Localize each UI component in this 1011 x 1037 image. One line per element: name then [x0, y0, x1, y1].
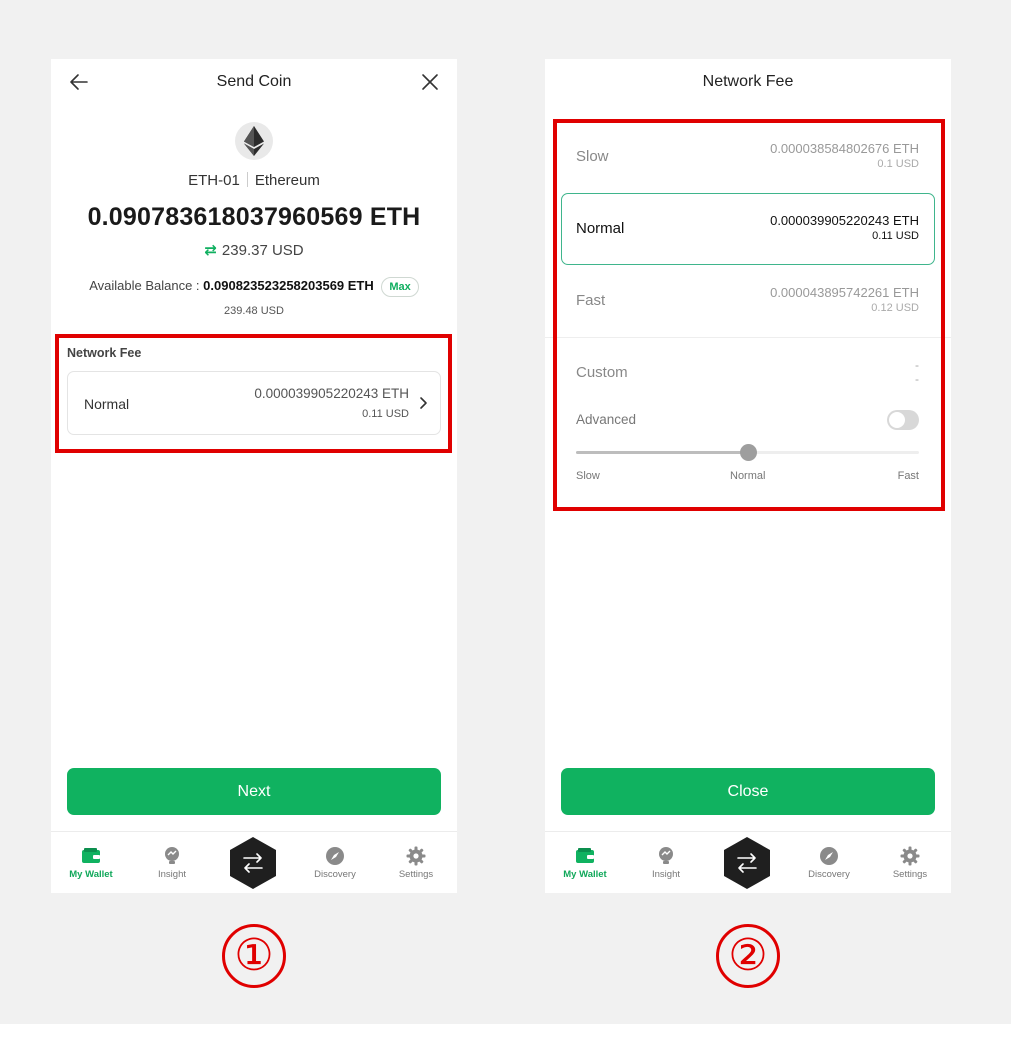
- wallet-name: ETH-01: [188, 172, 240, 189]
- gear-icon: [900, 846, 920, 866]
- send-amount: 0.090783618037960569 ETH: [87, 203, 421, 231]
- network-fee-screen: Network Fee Slow 0.000038584802676 ETH 0…: [545, 59, 951, 893]
- close-button[interactable]: Close: [561, 768, 935, 815]
- swap-icon[interactable]: [228, 836, 278, 890]
- nav-label: Discovery: [808, 869, 850, 880]
- insight-icon: [165, 847, 179, 864]
- wallet-icon: [82, 848, 100, 863]
- close-icon[interactable]: [419, 71, 441, 93]
- nav-discovery[interactable]: Discovery: [305, 832, 365, 894]
- coin-name: Ethereum: [254, 172, 320, 189]
- annotation-highlight-box: [553, 119, 945, 511]
- page-title: Network Fee: [702, 73, 794, 90]
- nav-my-wallet[interactable]: My Wallet: [555, 832, 615, 894]
- nav-insight[interactable]: Insight: [142, 832, 202, 894]
- available-balance-usd: 239.48 USD: [224, 305, 284, 317]
- send-coin-screen: Send Coin ETH-01 Ethereum 0.0907836180379…: [51, 59, 457, 893]
- header: Send Coin: [51, 59, 457, 105]
- available-balance-line: Available Balance : 0.090823523258203569…: [51, 277, 457, 297]
- nav-settings[interactable]: Settings: [386, 832, 446, 894]
- gear-icon: [406, 846, 426, 866]
- nav-my-wallet[interactable]: My Wallet: [61, 832, 121, 894]
- available-balance-label: Available Balance :: [89, 278, 200, 293]
- compass-icon: [820, 847, 838, 865]
- max-button[interactable]: Max: [381, 277, 419, 297]
- page-bottom-strip: [0, 1024, 1011, 1037]
- nav-label: My Wallet: [563, 869, 607, 880]
- wallet-icon: [576, 848, 594, 863]
- ethereum-icon: [235, 122, 273, 160]
- bottom-nav: My Wallet Insight Discovery Settings: [545, 831, 951, 893]
- nav-label: My Wallet: [69, 869, 113, 880]
- nav-label: Insight: [652, 869, 680, 880]
- nav-settings[interactable]: Settings: [880, 832, 940, 894]
- insight-icon: [659, 847, 673, 864]
- divider: [246, 172, 248, 187]
- nav-label: Discovery: [314, 869, 356, 880]
- next-button[interactable]: Next: [67, 768, 441, 815]
- swap-icon[interactable]: ⇄: [204, 242, 217, 259]
- nav-label: Settings: [398, 869, 434, 880]
- nav-insight[interactable]: Insight: [636, 832, 696, 894]
- nav-label: Settings: [892, 869, 928, 880]
- header: Network Fee: [545, 59, 951, 105]
- available-balance-value: 0.090823523258203569 ETH: [203, 278, 374, 293]
- bottom-nav: My Wallet Insight Discovery Settings: [51, 831, 457, 893]
- compass-icon: [326, 847, 344, 865]
- page-title: Send Coin: [216, 73, 292, 90]
- wallet-coin-line: ETH-01 Ethereum: [51, 172, 457, 189]
- step-marker-1: ①: [222, 924, 286, 988]
- nav-label: Insight: [158, 869, 186, 880]
- nav-discovery[interactable]: Discovery: [799, 832, 859, 894]
- swap-icon[interactable]: [722, 836, 772, 890]
- annotation-highlight-box: [55, 334, 452, 453]
- amount-usd: 239.37 USD: [221, 242, 304, 259]
- step-marker-2: ②: [716, 924, 780, 988]
- amount-usd-line: ⇄ 239.37 USD: [51, 241, 457, 259]
